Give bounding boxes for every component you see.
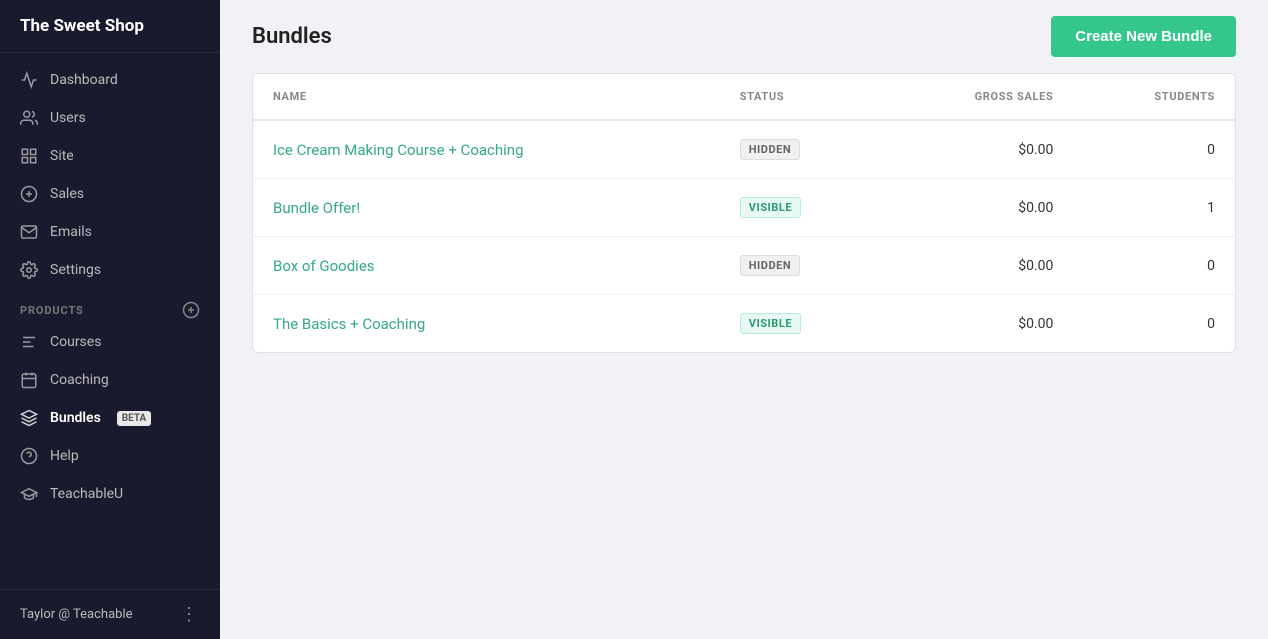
table-row: Ice Cream Making Course + Coaching HIDDE… — [253, 120, 1235, 179]
sidebar-item-site[interactable]: Site — [0, 137, 220, 175]
page-title: Bundles — [252, 24, 332, 49]
sidebar-item-coaching[interactable]: Coaching — [0, 361, 220, 399]
bundle-gross-sales-cell: $0.00 — [883, 237, 1074, 295]
table-row: The Basics + Coaching VISIBLE $0.00 0 — [253, 295, 1235, 353]
products-section-label: PRODUCTS — [0, 289, 220, 323]
sidebar-item-users[interactable]: Users — [0, 99, 220, 137]
bundle-gross-sales-cell: $0.00 — [883, 295, 1074, 353]
bundles-table-card: NAME STATUS GROSS SALES STUDENTS Ice Cre… — [252, 73, 1236, 353]
emails-icon — [20, 223, 38, 241]
main-content: Bundles Create New Bundle NAME STATUS GR… — [220, 0, 1268, 639]
status-badge: HIDDEN — [740, 255, 801, 276]
bundle-name-link[interactable]: Ice Cream Making Course + Coaching — [273, 141, 524, 159]
main-header: Bundles Create New Bundle — [220, 0, 1268, 73]
table-header-row: NAME STATUS GROSS SALES STUDENTS — [253, 74, 1235, 120]
sales-icon — [20, 185, 38, 203]
teachableu-icon — [20, 485, 38, 503]
bundle-name-link[interactable]: Box of Goodies — [273, 257, 375, 275]
sidebar: The Sweet Shop Dashboard Users Site — [0, 0, 220, 639]
bundles-table-body: Ice Cream Making Course + Coaching HIDDE… — [253, 120, 1235, 352]
table-row: Box of Goodies HIDDEN $0.00 0 — [253, 237, 1235, 295]
bundle-name-cell: Ice Cream Making Course + Coaching — [253, 120, 720, 179]
courses-icon — [20, 333, 38, 351]
dashboard-icon — [20, 71, 38, 89]
sidebar-item-settings[interactable]: Settings — [0, 251, 220, 289]
footer-menu-dots[interactable]: ⋮ — [180, 604, 200, 625]
app-logo: The Sweet Shop — [0, 0, 220, 53]
create-new-bundle-button[interactable]: Create New Bundle — [1051, 16, 1236, 57]
bundle-status-cell: HIDDEN — [720, 120, 883, 179]
status-badge: HIDDEN — [740, 139, 801, 160]
bundles-icon — [20, 409, 38, 427]
bundle-name-cell: Bundle Offer! — [253, 179, 720, 237]
bundle-status-cell: HIDDEN — [720, 237, 883, 295]
col-header-students: STUDENTS — [1073, 74, 1235, 120]
coaching-icon — [20, 371, 38, 389]
sidebar-item-emails[interactable]: Emails — [0, 213, 220, 251]
users-icon — [20, 109, 38, 127]
bundle-students-cell: 0 — [1073, 237, 1235, 295]
bundle-students-cell: 1 — [1073, 179, 1235, 237]
col-header-gross-sales: GROSS SALES — [883, 74, 1074, 120]
sidebar-item-courses[interactable]: Courses — [0, 323, 220, 361]
settings-icon — [20, 261, 38, 279]
table-row: Bundle Offer! VISIBLE $0.00 1 — [253, 179, 1235, 237]
sidebar-item-dashboard[interactable]: Dashboard — [0, 61, 220, 99]
status-badge: VISIBLE — [740, 313, 801, 334]
site-icon — [20, 147, 38, 165]
col-header-name: NAME — [253, 74, 720, 120]
user-name: Taylor @ Teachable — [20, 607, 133, 622]
col-header-status: STATUS — [720, 74, 883, 120]
beta-badge: BETA — [117, 411, 152, 426]
bundle-name-cell: The Basics + Coaching — [253, 295, 720, 353]
bundle-name-cell: Box of Goodies — [253, 237, 720, 295]
status-badge: VISIBLE — [740, 197, 801, 218]
bundle-students-cell: 0 — [1073, 295, 1235, 353]
sidebar-nav: Dashboard Users Site Sales — [0, 53, 220, 589]
sidebar-item-bundles[interactable]: Bundles BETA — [0, 399, 220, 437]
bundle-status-cell: VISIBLE — [720, 179, 883, 237]
bundle-gross-sales-cell: $0.00 — [883, 120, 1074, 179]
sidebar-footer: Taylor @ Teachable ⋮ — [0, 589, 220, 639]
bundle-name-link[interactable]: The Basics + Coaching — [273, 315, 425, 333]
sidebar-item-sales[interactable]: Sales — [0, 175, 220, 213]
bundle-name-link[interactable]: Bundle Offer! — [273, 199, 360, 217]
add-product-icon[interactable] — [182, 301, 200, 319]
sidebar-item-help[interactable]: Help — [0, 437, 220, 475]
bundle-status-cell: VISIBLE — [720, 295, 883, 353]
bundle-gross-sales-cell: $0.00 — [883, 179, 1074, 237]
help-icon — [20, 447, 38, 465]
bundle-students-cell: 0 — [1073, 120, 1235, 179]
sidebar-item-teachableu[interactable]: TeachableU — [0, 475, 220, 513]
bundles-table: NAME STATUS GROSS SALES STUDENTS Ice Cre… — [253, 74, 1235, 352]
